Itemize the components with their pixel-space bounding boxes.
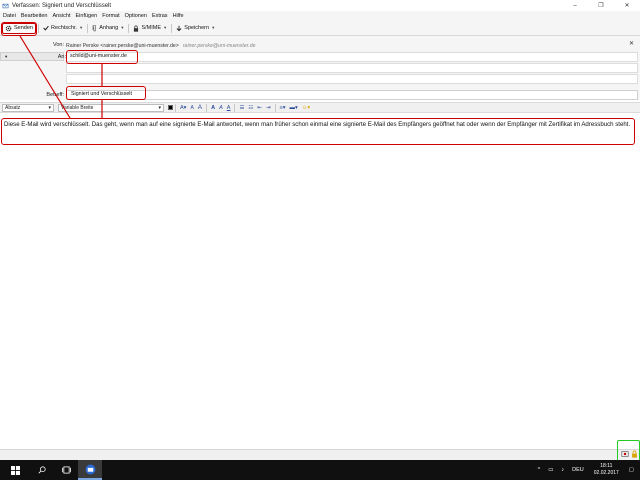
bold-icon[interactable]: A [211, 105, 215, 111]
format-toolbar: Absatz ▾ Variable Breite ▾ A▾ A A A A A … [0, 102, 640, 113]
insert-icon[interactable]: ▬▾ [290, 105, 298, 111]
smime-dropdown-icon[interactable]: ▾ [164, 25, 166, 31]
menu-hilfe[interactable]: Hilfe [173, 13, 184, 19]
paragraph-value: Absatz [5, 104, 21, 111]
underline-icon[interactable]: A [227, 105, 231, 111]
volume-icon[interactable]: ♪ [561, 467, 564, 473]
save-button[interactable]: Speichern [174, 23, 211, 34]
toolbar-separator [171, 23, 173, 33]
window-title: Verfassen: Signiert und Verschlüsselt [12, 2, 112, 9]
clock[interactable]: 18:11 02.02.2017 [594, 463, 619, 477]
spellcheck-label: Rechtschr. [50, 25, 77, 31]
chevron-down-icon: ▾ [5, 53, 8, 59]
font-select[interactable]: Variable Breite ▾ [58, 103, 164, 112]
spellcheck-dropdown-icon[interactable]: ▾ [80, 25, 82, 31]
clock-time: 18:11 [600, 463, 613, 469]
toolbar-separator [128, 23, 130, 33]
compose-toolbar: Senden Rechtschr. ▾ Anhang ▾ S/MIME ▾ Sp… [0, 21, 640, 36]
menu-optionen[interactable]: Optionen [125, 13, 147, 19]
menu-bar: Datei Bearbeiten Ansicht Einfügen Format… [0, 11, 640, 21]
subject-value: Signiert und Verschlüsselt [71, 91, 132, 97]
address-row-3[interactable] [66, 74, 638, 84]
save-label: Speichern [184, 25, 210, 31]
windows-start-icon[interactable] [0, 460, 30, 480]
thunderbird-icon [2, 3, 9, 8]
numbered-list-icon[interactable]: ☷ [248, 105, 253, 111]
address-row-2[interactable] [66, 63, 638, 73]
font-value: Variable Breite [61, 104, 94, 111]
window-controls: – ❐ ✕ [562, 0, 640, 11]
checkmark-icon [43, 25, 49, 31]
minimize-icon[interactable]: – [562, 0, 588, 11]
font-size-icon[interactable]: A▾ [180, 105, 186, 111]
menu-extras[interactable]: Extras [152, 13, 168, 19]
menu-einfuegen[interactable]: Einfügen [76, 13, 98, 19]
clock-date: 02.02.2017 [593, 470, 619, 476]
from-email: rainer.perske@uni-muenster.de [182, 42, 256, 49]
paperclip-icon [92, 24, 96, 31]
smiley-icon[interactable]: ☺▾ [302, 105, 310, 111]
bullet-list-icon[interactable]: ☰ [239, 105, 244, 111]
title-bar: Verfassen: Signiert und Verschlüsselt – … [0, 0, 640, 11]
indent-icon[interactable]: ⇥ [266, 105, 271, 111]
chevron-up-icon[interactable]: ^ [538, 467, 541, 473]
system-tray: ^ ▭ ♪ DEU 18:11 02.02.2017 ▢ [534, 460, 640, 480]
language-indicator[interactable]: DEU [572, 467, 584, 473]
toolbar-separator [37, 23, 39, 33]
menu-datei[interactable]: Datei [3, 13, 16, 19]
from-field[interactable]: Rainer Perske <rainer.perske@uni-muenste… [66, 41, 638, 50]
close-icon[interactable]: ✕ [629, 40, 634, 47]
status-bar [0, 449, 640, 460]
smime-button[interactable]: S/MIME [131, 23, 163, 34]
outdent-icon[interactable]: ⇤ [257, 105, 262, 111]
attach-dropdown-icon[interactable]: ▾ [121, 25, 123, 31]
subject-input[interactable] [66, 90, 638, 100]
to-value: schild@uni-muenster.de [70, 53, 127, 59]
lock-icon [134, 25, 139, 32]
to-label: An: [57, 54, 66, 60]
toolbar-separator [87, 23, 89, 33]
format-separator [206, 103, 208, 112]
chevron-down-icon: ▾ [158, 104, 161, 111]
thunderbird-taskbar-icon[interactable] [78, 460, 102, 480]
down-arrow-icon [176, 25, 182, 31]
format-separator [234, 103, 236, 112]
menu-format[interactable]: Format [102, 13, 119, 19]
align-icon[interactable]: ≡▾ [280, 105, 286, 111]
send-button[interactable]: Senden [2, 22, 36, 34]
format-separator [274, 103, 276, 112]
network-icon[interactable]: ▭ [548, 467, 553, 473]
compose-window: Verfassen: Signiert und Verschlüsselt – … [0, 0, 640, 480]
chevron-down-icon: ▾ [48, 104, 51, 111]
task-view-icon[interactable] [54, 460, 78, 480]
menu-ansicht[interactable]: Ansicht [52, 13, 70, 19]
to-input[interactable] [66, 52, 638, 62]
message-body[interactable]: Diese E-Mail wird verschlüsselt. Das geh… [4, 121, 634, 129]
text-color-icon[interactable] [168, 105, 173, 110]
close-icon[interactable]: ✕ [614, 0, 640, 11]
from-label: Von: [52, 42, 64, 48]
attach-button[interactable]: Anhang [90, 23, 120, 34]
format-separator [175, 103, 176, 112]
paragraph-select[interactable]: Absatz ▾ [2, 103, 54, 112]
search-icon[interactable] [30, 460, 54, 480]
gear-icon [5, 25, 12, 31]
smaller-font-icon[interactable]: A [190, 105, 193, 111]
smime-label: S/MIME [141, 25, 162, 31]
attach-label: Anhang [99, 25, 119, 31]
menu-bearbeiten[interactable]: Bearbeiten [21, 13, 48, 19]
save-dropdown-icon[interactable]: ▾ [212, 25, 214, 31]
italic-icon[interactable]: A [219, 105, 223, 111]
from-name: Rainer Perske <rainer.perske@uni-muenste… [66, 42, 179, 49]
send-label: Senden [14, 25, 33, 31]
annotation-status [617, 440, 640, 462]
spellcheck-button[interactable]: Rechtschr. [41, 23, 79, 34]
larger-font-icon[interactable]: A [198, 104, 202, 111]
notification-icon[interactable]: ▢ [629, 467, 634, 473]
restore-icon[interactable]: ❐ [588, 0, 614, 11]
subject-label: Betreff: [46, 92, 64, 98]
